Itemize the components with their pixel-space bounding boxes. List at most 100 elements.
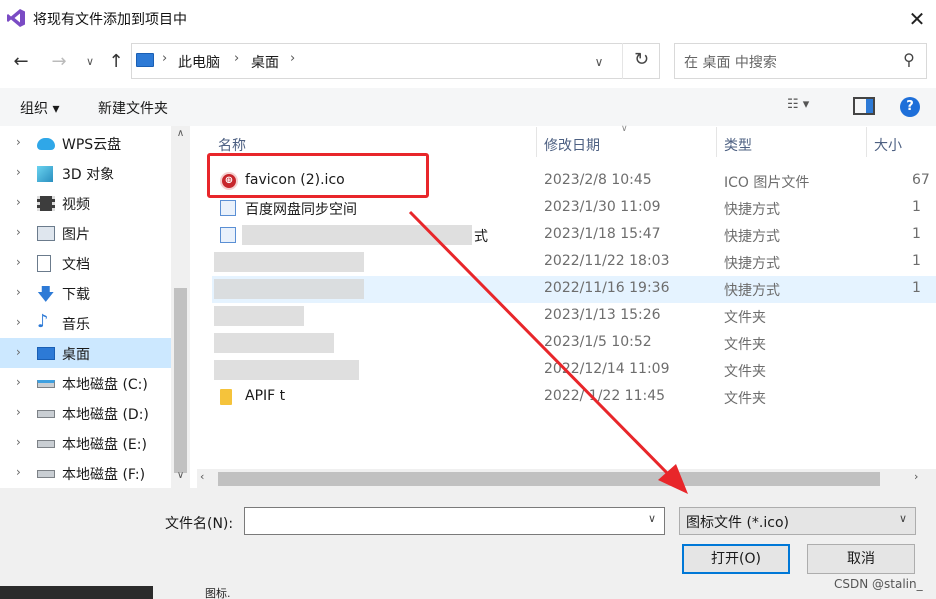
file-row[interactable]: 百度网盘同步空间 2023/1/30 11:09 快捷方式 1 xyxy=(212,195,936,222)
column-divider[interactable] xyxy=(716,127,717,157)
nav-item-drive-e[interactable]: › 本地磁盘 (E:) xyxy=(0,428,171,458)
nav-item-music[interactable]: › ♪ 音乐 xyxy=(0,308,171,338)
download-icon: 🡇 xyxy=(37,285,55,305)
redacted-region xyxy=(242,225,472,245)
chevron-down-icon[interactable]: ∨ xyxy=(899,512,907,525)
desktop-icon xyxy=(37,347,55,360)
search-icon[interactable]: ⚲ xyxy=(899,50,919,70)
file-date: 2023/2/8 10:45 xyxy=(544,172,652,188)
folder-icon xyxy=(220,389,232,405)
cancel-button[interactable]: 取消 xyxy=(807,544,915,574)
watermark: CSDN @stalin_ xyxy=(834,577,923,591)
nav-item-desktop[interactable]: › 桌面 xyxy=(0,338,171,368)
file-size: 1 xyxy=(912,199,921,215)
chevron-right-icon[interactable]: › xyxy=(16,255,21,269)
nav-item-drive-f[interactable]: › 本地磁盘 (F:) xyxy=(0,458,171,488)
column-header-size[interactable]: 大小 xyxy=(874,135,902,155)
chevron-right-icon[interactable]: › xyxy=(16,345,21,359)
chevron-right-icon[interactable]: › xyxy=(16,195,21,209)
file-type: 文件夹 xyxy=(724,391,766,407)
chevron-right-icon[interactable]: › xyxy=(16,165,21,179)
redacted-region xyxy=(214,252,364,272)
breadcrumb-separator-icon[interactable]: › xyxy=(234,51,239,66)
scroll-down-icon[interactable]: ∨ xyxy=(171,470,190,486)
redacted-region xyxy=(214,333,334,353)
redacted-region xyxy=(214,306,304,326)
recent-locations-chevron-icon[interactable]: ∨ xyxy=(82,50,98,74)
column-header-name[interactable]: 名称 xyxy=(218,135,246,155)
file-type: 快捷方式 xyxy=(724,283,780,299)
file-date: 2023/1/13 15:26 xyxy=(544,307,661,323)
file-date: 2023/1/5 10:52 xyxy=(544,334,652,350)
chevron-right-icon[interactable]: › xyxy=(16,435,21,449)
filename-label: 文件名(N): xyxy=(165,516,234,532)
file-date: 2022/12/14 11:09 xyxy=(544,361,670,377)
file-row[interactable]: 2022/11/22 18:03 快捷方式 1 xyxy=(212,249,936,276)
nav-item-pictures[interactable]: › 图片 xyxy=(0,218,171,248)
file-type: 快捷方式 xyxy=(724,256,780,272)
up-arrow-icon[interactable]: ↑ xyxy=(104,50,128,74)
column-header-type[interactable]: 类型 xyxy=(724,135,752,155)
file-row[interactable]: 2023/1/13 15:26 文件夹 xyxy=(212,303,936,330)
breadcrumb-separator-icon[interactable]: › xyxy=(162,51,167,66)
chevron-right-icon[interactable]: › xyxy=(16,405,21,419)
nav-item-3d-objects[interactable]: › 3D 对象 xyxy=(0,158,171,188)
nav-item-documents[interactable]: › 文档 xyxy=(0,248,171,278)
open-button[interactable]: 打开(O) xyxy=(682,544,790,574)
file-row[interactable]: 2023/1/5 10:52 文件夹 xyxy=(212,330,936,357)
scroll-left-icon[interactable]: ‹ xyxy=(200,470,204,483)
close-button[interactable]: ✕ xyxy=(900,4,934,34)
column-header-date[interactable]: 修改日期 xyxy=(544,135,600,155)
filename-input[interactable] xyxy=(244,507,665,535)
chevron-down-icon[interactable]: ∨ xyxy=(588,50,610,74)
column-divider[interactable] xyxy=(536,127,537,157)
back-arrow-icon[interactable]: ← xyxy=(9,50,33,74)
nav-item-label: 3D 对象 xyxy=(62,167,115,183)
preview-pane-icon[interactable] xyxy=(853,97,875,115)
file-row[interactable]: 2022/11/16 19:36 快捷方式 1 xyxy=(212,276,936,303)
column-divider[interactable] xyxy=(866,127,867,157)
file-type: 快捷方式 xyxy=(724,202,780,218)
nav-item-downloads[interactable]: › 🡇 下载 xyxy=(0,278,171,308)
nav-item-drive-c[interactable]: › 本地磁盘 (C:) xyxy=(0,368,171,398)
breadcrumb-desktop[interactable]: 桌面 xyxy=(251,52,279,72)
file-row[interactable]: 式 2023/1/18 15:47 快捷方式 1 xyxy=(212,222,936,249)
file-name: APIF t xyxy=(245,388,286,404)
visual-studio-icon xyxy=(7,9,25,27)
file-row[interactable]: APIF t 2022/ 1/22 11:45 文件夹 xyxy=(212,384,936,411)
breadcrumb-separator-icon[interactable]: › xyxy=(290,51,295,66)
film-icon xyxy=(37,196,55,211)
refresh-icon[interactable]: ↻ xyxy=(622,43,660,79)
breadcrumb-this-pc[interactable]: 此电脑 xyxy=(178,52,220,72)
file-row[interactable]: 2022/12/14 11:09 文件夹 xyxy=(212,357,936,384)
chevron-right-icon[interactable]: › xyxy=(16,135,21,149)
chevron-right-icon[interactable]: › xyxy=(16,375,21,389)
scroll-up-icon[interactable]: ∧ xyxy=(171,128,190,144)
new-folder-button[interactable]: 新建文件夹 xyxy=(98,98,168,118)
shortcut-icon xyxy=(220,200,236,216)
file-type-filter-value: 图标文件 (*.ico) xyxy=(686,515,789,531)
nav-item-wps-cloud[interactable]: › WPS云盘 xyxy=(0,128,171,158)
nav-scroll-thumb[interactable] xyxy=(174,288,187,473)
drive-icon xyxy=(37,470,55,478)
nav-item-label: 本地磁盘 (F:) xyxy=(62,467,146,483)
forward-arrow-icon[interactable]: → xyxy=(47,50,71,74)
nav-item-drive-d[interactable]: › 本地磁盘 (D:) xyxy=(0,398,171,428)
organize-button[interactable]: 组织 ▾ xyxy=(20,98,59,118)
file-type: 文件夹 xyxy=(724,310,766,326)
file-size: 1 xyxy=(912,226,921,242)
nav-item-label: 下载 xyxy=(62,287,90,303)
chevron-down-icon[interactable]: ∨ xyxy=(648,512,656,525)
horizontal-scroll-thumb[interactable] xyxy=(218,472,880,486)
help-icon[interactable]: ? xyxy=(900,97,920,117)
chevron-right-icon[interactable]: › xyxy=(16,315,21,329)
chevron-right-icon[interactable]: › xyxy=(16,285,21,299)
scroll-right-icon[interactable]: › xyxy=(914,470,918,483)
chevron-right-icon[interactable]: › xyxy=(16,465,21,479)
drive-icon xyxy=(37,410,55,418)
chevron-right-icon[interactable]: › xyxy=(16,225,21,239)
annotation-highlight-box xyxy=(207,153,429,198)
nav-item-videos[interactable]: › 视频 xyxy=(0,188,171,218)
file-type: ICO 图片文件 xyxy=(724,175,810,191)
view-options-icon[interactable]: ☷ ▾ xyxy=(787,97,827,117)
